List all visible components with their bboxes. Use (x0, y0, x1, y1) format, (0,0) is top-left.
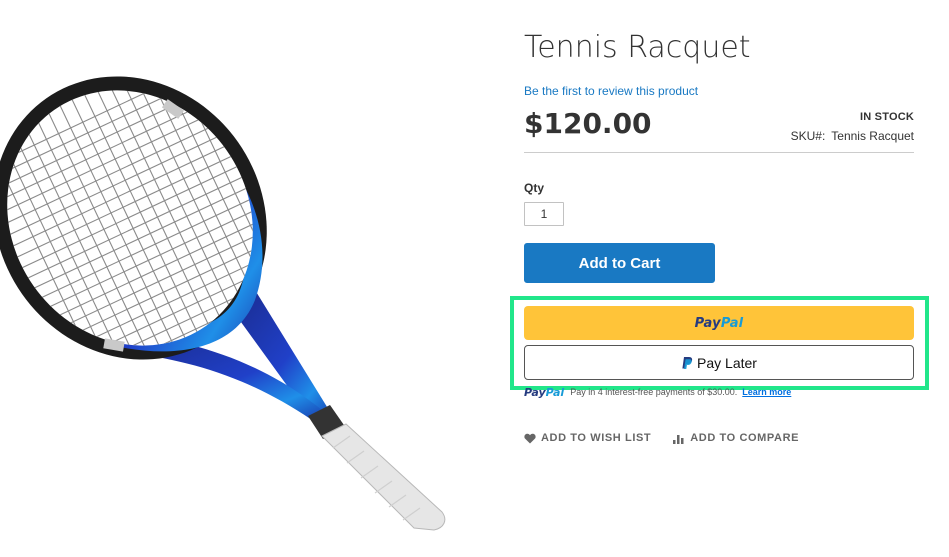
wishlist-label: ADD TO WISH LIST (541, 432, 652, 444)
product-social-actions: ADD TO WISH LIST ADD TO COMPARE (524, 431, 799, 445)
pay-later-button[interactable]: Pay Later (524, 345, 914, 380)
add-to-compare-link[interactable]: ADD TO COMPARE (673, 432, 799, 444)
paypal-button[interactable]: PayPal (524, 306, 914, 340)
paypal-message-logo: PayPal (524, 386, 565, 398)
qty-label: Qty (524, 181, 545, 195)
product-info: Tennis Racquet Be the first to review th… (524, 0, 914, 557)
page-title: Tennis Racquet (524, 30, 751, 65)
bar-chart-icon (673, 434, 684, 444)
qty-input[interactable] (524, 202, 564, 226)
heart-icon (524, 433, 536, 443)
paypal-logo: PayPal (694, 315, 744, 331)
compare-label: ADD TO COMPARE (690, 432, 800, 444)
pay-later-label: Pay Later (697, 354, 757, 371)
review-link[interactable]: Be the first to review this product (524, 84, 698, 98)
learn-more-link[interactable]: Learn more (742, 387, 791, 397)
product-image (0, 0, 470, 557)
sku-label: SKU#: (790, 129, 826, 143)
paypal-pay-in-4-message: PayPal Pay in 4 interest-free payments o… (524, 386, 914, 398)
add-to-cart-button[interactable]: Add to Cart (524, 243, 715, 283)
product-price: $120.00 (524, 107, 652, 140)
tennis-racquet-image (0, 42, 446, 531)
paypal-mark-icon (682, 356, 693, 369)
add-to-wishlist-link[interactable]: ADD TO WISH LIST (524, 432, 651, 444)
paypal-message-text: Pay in 4 interest-free payments of $30.0… (570, 387, 738, 397)
divider (524, 152, 914, 153)
stock-status: IN STOCK (860, 111, 914, 123)
product-sku: SKU#: Tennis Racquet (791, 129, 914, 143)
sku-value: Tennis Racquet (831, 129, 914, 143)
